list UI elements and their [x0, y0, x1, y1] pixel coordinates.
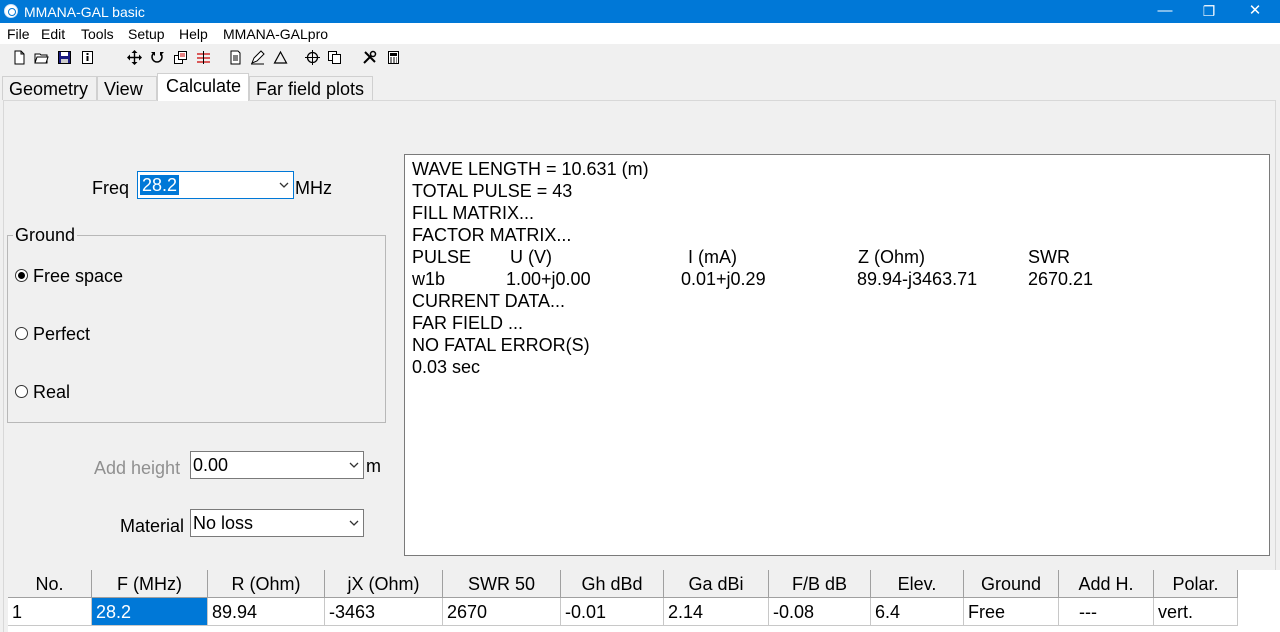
output-header-swr: SWR [1028, 247, 1070, 267]
restore-button[interactable]: ❐ [1186, 0, 1232, 23]
column-header[interactable]: F/B dB [769, 570, 871, 598]
column-header[interactable]: Gh dBd [561, 570, 664, 598]
minimize-button[interactable]: — [1142, 0, 1188, 23]
calculation-output[interactable]: WAVE LENGTH = 10.631 (m) TOTAL PULSE = 4… [404, 154, 1270, 556]
split-wire-icon[interactable] [196, 50, 211, 65]
new-file-icon[interactable] [12, 50, 27, 65]
chevron-down-icon[interactable] [279, 180, 289, 190]
table-cell[interactable]: Free [964, 598, 1059, 626]
duplicate-icon[interactable] [327, 50, 342, 65]
menu-edit[interactable]: Edit [41, 26, 65, 42]
move-icon[interactable] [127, 50, 142, 65]
freq-unit: MHz [295, 178, 332, 198]
radio-real[interactable] [15, 385, 28, 398]
toolbar [0, 44, 1280, 72]
output-line: FACTOR MATRIX... [412, 225, 572, 245]
menu-help[interactable]: Help [179, 26, 208, 42]
output-header-u: U (V) [510, 247, 552, 267]
free-space-label[interactable]: Free space [33, 266, 123, 287]
output-cell-u: 1.00+j0.00 [506, 269, 591, 289]
column-header[interactable]: Polar. [1154, 570, 1238, 598]
triangle-icon[interactable] [273, 50, 288, 65]
tab-far-field-plots[interactable]: Far field plots [249, 76, 373, 100]
radio-perfect[interactable] [15, 327, 28, 340]
perfect-label[interactable]: Perfect [33, 324, 90, 345]
output-line: NO FATAL ERROR(S) [412, 335, 590, 355]
pen-icon[interactable] [250, 50, 265, 65]
table-cell[interactable]: vert. [1154, 598, 1238, 626]
tab-view[interactable]: View [97, 76, 157, 100]
column-header[interactable]: F (MHz) [92, 570, 208, 598]
output-cell-i: 0.01+j0.29 [681, 269, 766, 289]
output-line: 0.03 sec [412, 357, 481, 377]
output-header-pulse: PULSE [412, 247, 472, 267]
menu-file[interactable]: File [7, 26, 30, 42]
output-header-i: I (mA) [688, 247, 737, 267]
tools-icon[interactable] [362, 50, 377, 65]
table-cell[interactable]: 89.94 [208, 598, 325, 626]
app-icon[interactable] [4, 4, 18, 18]
results-table[interactable]: No. F (MHz) R (Ohm) jX (Ohm) SWR 50 Gh d… [8, 570, 1280, 632]
material-combo[interactable]: No loss [190, 509, 364, 537]
add-height-label: Add height [94, 458, 181, 478]
tab-geometry[interactable]: Geometry [2, 76, 97, 100]
output-cell-pulse: w1b [412, 269, 446, 289]
menu-setup[interactable]: Setup [128, 26, 165, 42]
ground-title: Ground [13, 225, 78, 246]
tab-calculate[interactable]: Calculate [157, 73, 249, 101]
tab-bar: Geometry View Calculate Far field plots [0, 73, 1280, 101]
column-header[interactable]: Ground [964, 570, 1059, 598]
page-icon[interactable] [228, 50, 243, 65]
target-icon[interactable] [305, 50, 320, 65]
table-cell[interactable]: 2.14 [664, 598, 769, 626]
table-cell[interactable]: 2670 [443, 598, 561, 626]
radio-free-space[interactable] [15, 269, 28, 282]
rotate-icon[interactable] [150, 50, 165, 65]
info-icon[interactable] [80, 50, 95, 65]
menu-bar: File Edit Tools Setup Help MMANA-GALpro [0, 23, 1280, 44]
title-bar: MMANA-GAL basic — ❐ ✕ [0, 0, 1280, 23]
output-line: FAR FIELD ... [412, 313, 524, 333]
table-cell[interactable]: -3463 [325, 598, 443, 626]
table-cell[interactable]: 6.4 [871, 598, 964, 626]
output-line: TOTAL PULSE = 43 [412, 181, 573, 201]
column-header[interactable]: SWR 50 [443, 570, 561, 598]
window-title: MMANA-GAL basic [24, 4, 145, 20]
freq-value: 28.2 [140, 175, 180, 195]
add-height-unit: m [366, 456, 381, 476]
output-line: WAVE LENGTH = 10.631 (m) [412, 159, 649, 179]
open-folder-icon[interactable] [34, 50, 49, 65]
table-cell[interactable]: 1 [8, 598, 92, 626]
column-header[interactable]: jX (Ohm) [325, 570, 443, 598]
table-cell[interactable]: --- [1059, 598, 1154, 626]
real-label[interactable]: Real [33, 382, 70, 403]
output-cell-swr: 2670.21 [1028, 269, 1094, 289]
material-label: Material [120, 516, 185, 536]
save-icon[interactable] [57, 50, 72, 65]
freq-label: Freq [92, 178, 130, 198]
chevron-down-icon[interactable] [349, 460, 359, 470]
column-header[interactable]: Ga dBi [664, 570, 769, 598]
column-header[interactable]: Elev. [871, 570, 964, 598]
output-header-z: Z (Ohm) [858, 247, 925, 267]
output-line: FILL MATRIX... [412, 203, 535, 223]
chevron-down-icon[interactable] [349, 518, 359, 528]
table-cell[interactable]: -0.01 [561, 598, 664, 626]
output-cell-z: 89.94-j3463.71 [857, 269, 978, 289]
table-cell[interactable]: -0.08 [769, 598, 871, 626]
copy-element-icon[interactable] [173, 50, 188, 65]
column-header[interactable]: R (Ohm) [208, 570, 325, 598]
freq-combo[interactable]: 28.2 [137, 171, 294, 199]
column-header[interactable]: Add H. [1059, 570, 1154, 598]
column-header[interactable]: No. [8, 570, 92, 598]
material-value: No loss [193, 513, 254, 533]
close-button[interactable]: ✕ [1232, 0, 1278, 23]
table-cell-selected[interactable]: 28.2 [92, 598, 208, 626]
menu-tools[interactable]: Tools [81, 26, 114, 42]
add-height-value: 0.00 [193, 455, 229, 475]
output-line: CURRENT DATA... [412, 291, 566, 311]
add-height-combo[interactable]: 0.00 [190, 451, 364, 479]
menu-mmana-galpro[interactable]: MMANA-GALpro [223, 26, 328, 42]
calculator-icon[interactable] [386, 50, 401, 65]
